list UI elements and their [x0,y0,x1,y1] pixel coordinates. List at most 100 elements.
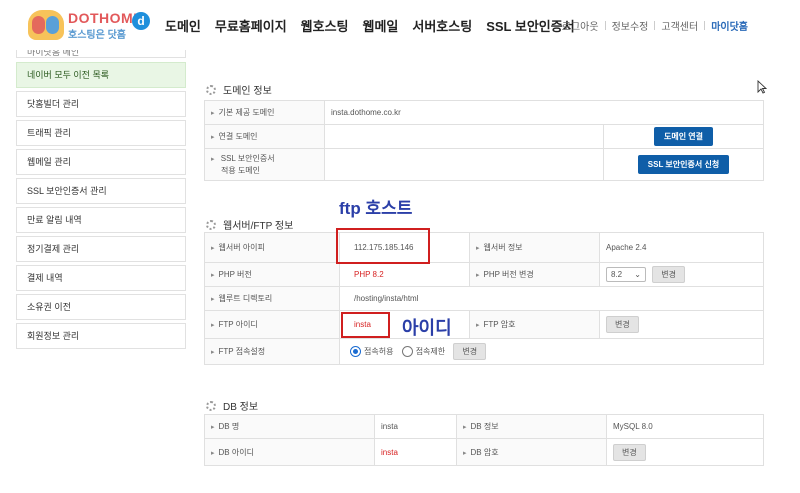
util-divider [704,21,706,30]
db-info-value: MySQL 8.0 [606,414,764,439]
highlight-box-ftp-id [341,312,390,338]
dothome-logo[interactable]: DOTHOME 호스팅은 닷홈 d [28,8,150,42]
domain-title-text: 도메인 정보 [223,86,272,97]
webroot-label: 웹루트 디렉토리 [204,286,340,311]
sidebar: 마이닷홈 메인 네이버 모두 이전 목록 닷홈빌더 관리 트래픽 관리 웹메일 … [16,50,186,352]
ftp-allow-radio[interactable] [350,346,361,358]
db-section-title: DB 정보 [206,398,258,413]
ssl-label-line1: SSL 보안인증서 [220,154,275,163]
ftp-password-action: 변경 [599,310,764,339]
server-ip-label: 웹서버 아이피 [204,232,340,263]
table-row: PHP 버전 PHP 8.2 PHP 버전 변경 8.2 ⌄ 변경 [204,262,764,287]
php-version-select[interactable]: 8.2 ⌄ [606,267,646,282]
db-title-text: DB 정보 [223,402,259,413]
ssl-action: SSL 보안인증서 신청 [603,148,764,181]
server-info-label: 웹서버 정보 [469,232,600,263]
logout-link[interactable]: 로그아웃 [562,18,599,33]
sidebar-item-ownership[interactable]: 소유권 이전 [16,294,186,320]
table-row: FTP 접속설정 접속허용 접속제한 변경 [204,338,764,365]
main-nav: 도메인 무료홈페이지 웹호스팅 웹메일 서버호스팅 SSL 보안인증서 [165,16,575,35]
server-info-value: Apache 2.4 [599,232,764,263]
domain-table: 기본 제공 도메인 insta.dothome.co.kr 연결 도메인 도메인… [204,100,764,181]
linked-domain-action: 도메인 연결 [603,124,764,149]
sidebar-item-expiry[interactable]: 만료 알림 내역 [16,207,186,233]
section-ring-icon [206,400,216,411]
ftp-access-controls: 접속허용 접속제한 변경 [339,338,764,365]
nav-server-hosting[interactable]: 서버호스팅 [412,16,472,35]
logo-subtitle: 호스팅은 닷홈 [68,30,126,41]
nav-webmail[interactable]: 웹메일 [363,16,399,35]
db-info-label: DB 정보 [456,414,607,439]
ssl-label-line2: 적용 도메인 [221,166,261,175]
php-change-button[interactable]: 변경 [652,266,685,283]
sidebar-item-payments[interactable]: 결제 내역 [16,265,186,291]
php-change-label: PHP 버전 변경 [469,262,600,287]
nav-domain[interactable]: 도메인 [165,16,201,35]
php-version-value: PHP 8.2 [339,262,470,287]
default-domain-value: insta.dothome.co.kr [324,100,764,125]
annotation-user-id: 아이디 [402,318,452,338]
table-row: SSL 보안인증서 적용 도메인 SSL 보안인증서 신청 [204,148,764,181]
table-row: DB 명 insta DB 정보 MySQL 8.0 [204,414,764,439]
chevron-down-icon: ⌄ [634,270,641,279]
web-title-text: 웹서버/FTP 정보 [223,221,294,232]
ftp-access-change-button[interactable]: 변경 [453,343,487,360]
nav-web-hosting[interactable]: 웹호스팅 [301,16,349,35]
table-row: FTP 아이디 insta FTP 암호 변경 [204,310,764,339]
db-name-value: insta [374,414,457,439]
db-id-value: insta [374,438,457,466]
db-table: DB 명 insta DB 정보 MySQL 8.0 DB 아이디 insta … [204,414,764,466]
ssl-apply-button[interactable]: SSL 보안인증서 신청 [637,155,730,174]
php-change-controls: 8.2 ⌄ 변경 [599,262,764,287]
util-divider [604,21,606,30]
section-ring-icon [206,219,216,230]
annotation-ftp-host: ftp 호스트 [339,199,413,218]
webroot-value: /hosting/insta/html [339,286,764,311]
db-name-label: DB 명 [204,414,375,439]
ssl-domain-value [324,148,604,181]
db-password-action: 변경 [606,438,764,466]
default-domain-label: 기본 제공 도메인 [204,100,325,125]
ftp-deny-label: 접속제한 [415,347,446,356]
db-password-change-button[interactable]: 변경 [613,443,646,461]
db-password-label: DB 암호 [456,438,607,466]
db-id-label: DB 아이디 [204,438,375,466]
sidebar-item-traffic[interactable]: 트래픽 관리 [16,120,186,146]
sidebar-item-member[interactable]: 회원정보 관리 [16,323,186,349]
logo-family-icon [28,10,64,40]
header: DOTHOME 호스팅은 닷홈 d 도메인 무료홈페이지 웹호스팅 웹메일 서버… [0,0,800,48]
web-section-title: 웹서버/FTP 정보 [206,217,293,232]
linked-domain-value [324,124,604,149]
ssl-domain-label: SSL 보안인증서 적용 도메인 [204,148,325,181]
linked-domain-label: 연결 도메인 [204,124,325,149]
edit-info-link[interactable]: 정보수정 [612,18,649,33]
ftp-access-label: FTP 접속설정 [204,338,340,365]
domain-connect-button[interactable]: 도메인 연결 [653,127,714,146]
table-row: DB 아이디 insta DB 암호 변경 [204,438,764,466]
ftp-password-label: FTP 암호 [469,310,600,339]
util-divider [654,21,656,30]
highlight-box-ftp-host [336,228,430,264]
mouse-cursor-icon [757,80,767,94]
util-menu: 로그아웃 정보수정 고객센터 마이닷홈 [562,18,748,33]
sidebar-item-builder[interactable]: 닷홈빌더 관리 [16,91,186,117]
ftp-password-change-button[interactable]: 변경 [606,316,639,333]
ftp-id-label: FTP 아이디 [204,310,340,339]
section-ring-icon [206,84,216,95]
my-dothome-link[interactable]: 마이닷홈 [711,18,748,33]
php-version-label: PHP 버전 [204,262,340,287]
customer-center-link[interactable]: 고객센터 [661,18,698,33]
domain-section-title: 도메인 정보 [206,82,272,97]
sidebar-item-recurring[interactable]: 정기결제 관리 [16,236,186,262]
sidebar-item-ssl[interactable]: SSL 보안인증서 관리 [16,178,186,204]
php-select-value: 8.2 [611,270,623,279]
sidebar-item-naver-migration[interactable]: 네이버 모두 이전 목록 [16,62,186,88]
sidebar-item-webmail[interactable]: 웹메일 관리 [16,149,186,175]
nav-free-homepage[interactable]: 무료홈페이지 [215,16,287,35]
table-row: 연결 도메인 도메인 연결 [204,124,764,149]
ftp-deny-radio[interactable] [401,346,413,358]
ftp-allow-label: 접속허용 [364,347,394,356]
table-row: 웹서버 아이피 112.175.185.146 웹서버 정보 Apache 2.… [204,232,764,263]
sidebar-item-cut[interactable]: 마이닷홈 메인 [16,50,186,58]
table-row: 웹루트 디렉토리 /hosting/insta/html [204,286,764,311]
